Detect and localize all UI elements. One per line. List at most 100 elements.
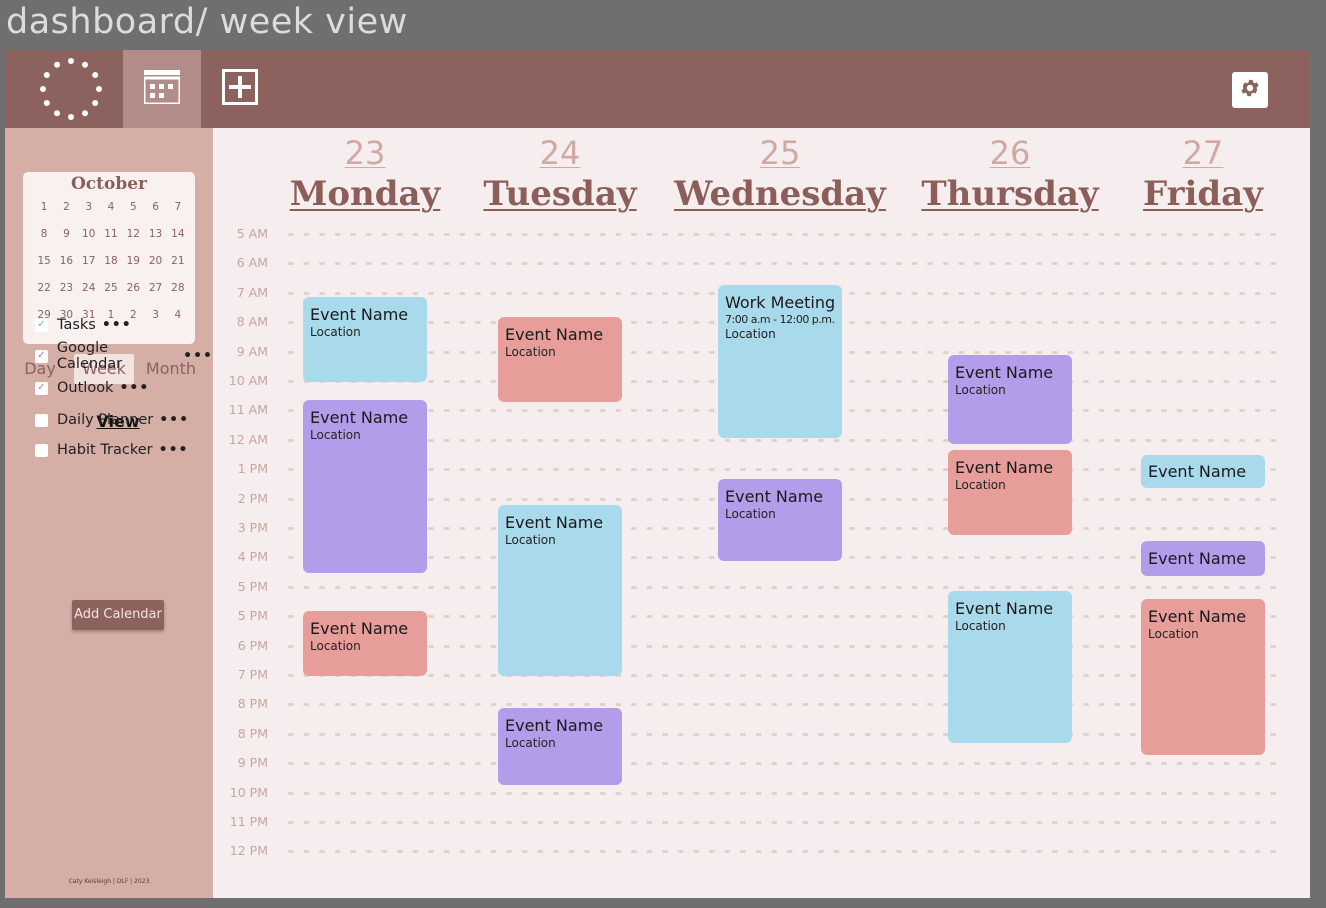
more-options-icon[interactable]: ••• [159, 442, 189, 458]
day-number: 23 [344, 134, 386, 172]
mini-calendar-day[interactable]: 4 [100, 200, 122, 215]
hour-label: 4 PM [237, 549, 268, 565]
hour-label: 6 PM [237, 637, 268, 653]
calendar-toggle-row[interactable]: ✓ Google Calendar ••• [35, 340, 213, 372]
hour-label: 8 AM [236, 314, 268, 330]
more-options-icon[interactable]: ••• [102, 317, 132, 333]
event-location: Location [955, 477, 1006, 492]
day-number: 24 [539, 134, 581, 172]
event-title: Event Name [310, 407, 409, 427]
mini-calendar-day[interactable]: 20 [144, 254, 166, 269]
event-title: Event Name [1148, 607, 1247, 627]
day-number: 26 [989, 134, 1031, 172]
event-card[interactable]: Event Name Location [948, 449, 1072, 535]
mini-calendar-day[interactable]: 7 [167, 200, 189, 215]
hour-gridline [283, 703, 1283, 707]
event-card[interactable]: Event Name Location [498, 708, 622, 785]
top-toolbar [5, 50, 1310, 128]
calendar-label: Habit Tracker [57, 442, 153, 458]
event-title: Event Name [505, 513, 604, 533]
calendar-checkbox[interactable]: ✓ [35, 349, 48, 363]
day-name[interactable]: Friday [1093, 174, 1313, 214]
event-card[interactable]: Event Name Location [303, 399, 427, 573]
calendar-checkbox[interactable]: ✓ [35, 318, 48, 332]
mini-calendar-day[interactable]: 18 [100, 254, 122, 269]
hour-gridline [283, 438, 1283, 442]
event-location: Location [725, 506, 776, 521]
event-title: Event Name [310, 619, 409, 639]
mini-calendar-day[interactable]: 17 [78, 254, 100, 269]
calendar-view-button[interactable] [123, 50, 201, 128]
more-options-icon[interactable]: ••• [159, 412, 189, 428]
mini-calendar-day[interactable]: 14 [167, 227, 189, 242]
mini-calendar-day[interactable]: 2 [55, 200, 77, 215]
day-name[interactable]: Tuesday [450, 174, 670, 214]
event-location: Location [725, 326, 776, 341]
mini-calendar-day[interactable]: 24 [78, 281, 100, 296]
add-event-button[interactable] [201, 50, 279, 128]
mini-calendar-day[interactable]: 8 [33, 227, 55, 242]
calendar-toggle-row[interactable]: Daily Planner ••• [35, 410, 189, 430]
hour-label: 7 AM [236, 284, 268, 300]
day-name[interactable]: Thursday [900, 174, 1120, 214]
calendar-checkbox[interactable] [35, 443, 48, 457]
calendar-grid-icon [142, 70, 182, 108]
mini-calendar-day[interactable]: 15 [33, 254, 55, 269]
event-card[interactable]: Event Name Location [303, 296, 427, 382]
mini-calendar-day[interactable]: 1 [33, 200, 55, 215]
mini-calendar-day[interactable]: 19 [122, 254, 144, 269]
dotted-circle-icon[interactable] [40, 58, 102, 120]
mini-calendar-day[interactable]: 23 [55, 281, 77, 296]
event-card[interactable]: Event Name Location [498, 317, 622, 403]
mini-calendar-day[interactable]: 11 [100, 227, 122, 242]
hour-label: 5 AM [236, 226, 268, 241]
event-title: Event Name [1148, 548, 1247, 568]
mini-calendar-day[interactable]: 5 [122, 200, 144, 215]
mini-calendar-day[interactable]: 9 [55, 227, 77, 242]
event-card[interactable]: Event Name Location [948, 590, 1072, 744]
mini-calendar-day[interactable]: 3 [144, 308, 166, 323]
mini-calendar-day[interactable]: 26 [122, 281, 144, 296]
event-card[interactable]: Event Name Location [303, 611, 427, 676]
day-name[interactable]: Wednesday [670, 174, 890, 214]
mini-calendar-day[interactable]: 10 [78, 227, 100, 242]
hour-label: 8 PM [237, 696, 268, 712]
calendar-checkbox[interactable]: ✓ [35, 381, 48, 395]
mini-calendar-day[interactable]: 13 [144, 227, 166, 242]
calendar-checkbox[interactable] [35, 413, 48, 427]
mini-calendar-day[interactable]: 16 [55, 254, 77, 269]
calendar-toggle-row[interactable]: ✓ Tasks ••• [35, 315, 132, 335]
hour-gridline [283, 644, 1283, 648]
settings-button[interactable] [1232, 72, 1268, 108]
hour-gridline [283, 762, 1283, 766]
calendar-toggle-row[interactable]: Habit Tracker ••• [35, 440, 188, 460]
mini-calendar-day[interactable]: 12 [122, 227, 144, 242]
hour-label: 2 PM [237, 490, 268, 506]
mini-calendar-day[interactable]: 21 [167, 254, 189, 269]
calendar-label: Google Calendar [56, 340, 123, 372]
mini-calendar-day[interactable]: 27 [144, 281, 166, 296]
sidebar: October 1 2 3 4 5 6 7 8 9 10 11 12 13 14 15 16 17 18 19 20 2… [5, 128, 213, 898]
mini-calendar-day[interactable]: 3 [78, 200, 100, 215]
add-calendar-button[interactable]: Add Calendar [72, 600, 164, 630]
more-options-icon[interactable]: ••• [183, 348, 213, 364]
event-card[interactable]: Event Name Location [1141, 599, 1265, 756]
event-card[interactable]: Event Name Location [948, 355, 1072, 444]
mini-calendar-day[interactable]: 6 [144, 200, 166, 215]
day-name[interactable]: Monday [255, 174, 475, 214]
mini-calendar-day[interactable]: 22 [33, 281, 55, 296]
mini-calendar-day[interactable]: 25 [100, 281, 122, 296]
more-options-icon[interactable]: ••• [119, 380, 149, 396]
event-location: Location [310, 639, 361, 654]
calendar-toggle-row[interactable]: ✓ Outlook ••• [35, 378, 149, 398]
event-card[interactable]: Event Name [1141, 540, 1265, 576]
event-location: Location [505, 533, 556, 548]
mini-calendar-day[interactable]: 4 [167, 308, 189, 323]
calendar-label: Tasks [57, 317, 96, 333]
event-card[interactable]: Work Meeting 7:00 a.m - 12:00 p.m. Locatio… [718, 284, 842, 438]
mini-calendar-day[interactable]: 28 [167, 281, 189, 296]
event-card[interactable]: Event Name [1141, 455, 1265, 488]
event-time: 7:00 a.m - 12:00 p.m. [725, 312, 835, 326]
event-card[interactable]: Event Name Location [718, 478, 842, 562]
event-card[interactable]: Event Name Location [498, 505, 622, 676]
